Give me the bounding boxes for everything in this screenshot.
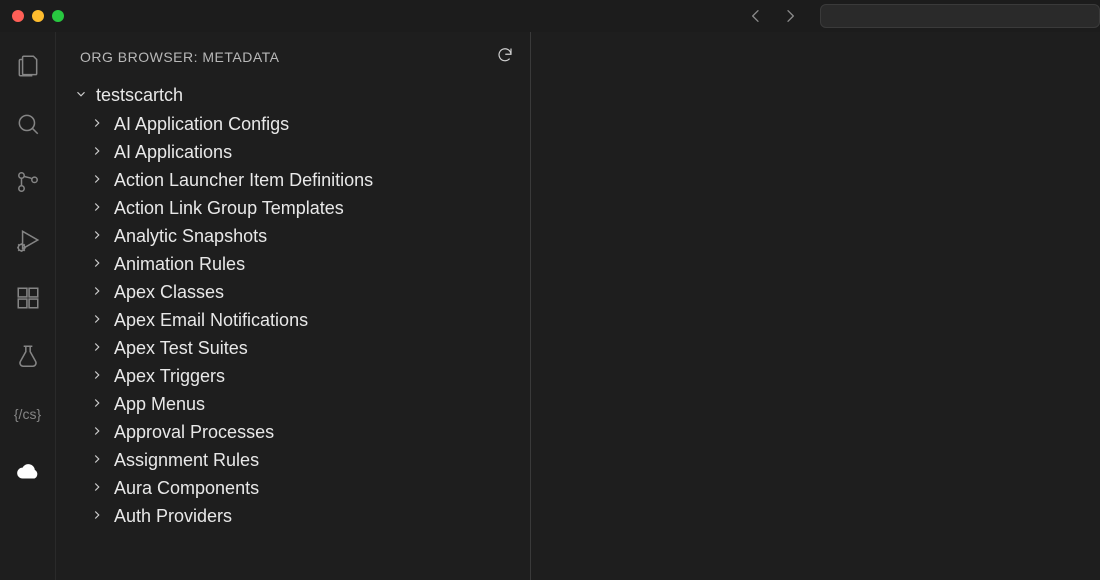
- chevron-right-icon: [90, 254, 104, 275]
- tree-item-label: Animation Rules: [114, 254, 245, 275]
- extensions-tab[interactable]: [14, 284, 42, 312]
- chevron-right-icon: [90, 366, 104, 387]
- chevron-right-icon: [90, 226, 104, 247]
- nav-forward-button[interactable]: [780, 6, 800, 26]
- tree-item[interactable]: Apex Test Suites: [56, 334, 530, 362]
- chevron-right-icon: [90, 114, 104, 135]
- chevron-right-icon: [90, 450, 104, 471]
- tree-item[interactable]: Assignment Rules: [56, 446, 530, 474]
- tree-item[interactable]: Action Launcher Item Definitions: [56, 166, 530, 194]
- chevron-right-icon: [90, 478, 104, 499]
- tree-item[interactable]: Action Link Group Templates: [56, 194, 530, 222]
- tree-item-label: Auth Providers: [114, 506, 232, 527]
- chevron-right-icon: [90, 506, 104, 527]
- chevron-right-icon: [90, 310, 104, 331]
- chevron-right-icon: [90, 282, 104, 303]
- tree-item-label: Apex Email Notifications: [114, 310, 308, 331]
- tree-item-label: Apex Classes: [114, 282, 224, 303]
- editor-area: [531, 32, 1100, 580]
- tree-item-label: Approval Processes: [114, 422, 274, 443]
- refresh-icon[interactable]: [496, 46, 514, 67]
- tree-item-label: Apex Test Suites: [114, 338, 248, 359]
- tree-item[interactable]: Approval Processes: [56, 418, 530, 446]
- tree-item[interactable]: Auth Providers: [56, 502, 530, 530]
- tree-item[interactable]: Analytic Snapshots: [56, 222, 530, 250]
- tree-item-label: Apex Triggers: [114, 366, 225, 387]
- tree-root-label: testscartch: [96, 85, 183, 106]
- chevron-right-icon: [90, 394, 104, 415]
- tree-item-label: Action Link Group Templates: [114, 198, 344, 219]
- main-area: {/cs} ORG BROWSER: METADATA testscartch …: [0, 32, 1100, 580]
- panel-header: ORG BROWSER: METADATA: [56, 32, 530, 75]
- chevron-down-icon: [74, 85, 88, 106]
- tree-item[interactable]: Animation Rules: [56, 250, 530, 278]
- tree-item-label: AI Application Configs: [114, 114, 289, 135]
- tree-item[interactable]: App Menus: [56, 390, 530, 418]
- org-browser-panel: ORG BROWSER: METADATA testscartch AI App…: [56, 32, 531, 580]
- chevron-right-icon: [90, 142, 104, 163]
- tree-item-label: Aura Components: [114, 478, 259, 499]
- command-center-search[interactable]: [820, 4, 1100, 28]
- search-tab[interactable]: [14, 110, 42, 138]
- tree-item[interactable]: Apex Classes: [56, 278, 530, 306]
- chevron-right-icon: [90, 422, 104, 443]
- window-title-bar: [0, 0, 1100, 32]
- tree-item[interactable]: AI Application Configs: [56, 110, 530, 138]
- chevron-right-icon: [90, 198, 104, 219]
- nav-back-button[interactable]: [746, 6, 766, 26]
- code-snippets-tab[interactable]: {/cs}: [14, 400, 42, 428]
- org-browser-tab[interactable]: [14, 458, 42, 486]
- window-close-button[interactable]: [12, 10, 24, 22]
- panel-title: ORG BROWSER: METADATA: [80, 49, 280, 65]
- tree-item[interactable]: Apex Triggers: [56, 362, 530, 390]
- chevron-right-icon: [90, 338, 104, 359]
- source-control-tab[interactable]: [14, 168, 42, 196]
- explorer-tab[interactable]: [14, 52, 42, 80]
- testing-tab[interactable]: [14, 342, 42, 370]
- tree-root[interactable]: testscartch: [56, 81, 530, 110]
- tree-item-label: App Menus: [114, 394, 205, 415]
- chevron-right-icon: [90, 170, 104, 191]
- window-controls: [0, 10, 64, 22]
- activity-bar: {/cs}: [0, 32, 56, 580]
- window-minimize-button[interactable]: [32, 10, 44, 22]
- tree-item-label: Analytic Snapshots: [114, 226, 267, 247]
- metadata-tree: testscartch AI Application Configs AI App…: [56, 75, 530, 538]
- tree-item-label: Assignment Rules: [114, 450, 259, 471]
- tree-item[interactable]: Apex Email Notifications: [56, 306, 530, 334]
- tree-item-label: AI Applications: [114, 142, 232, 163]
- window-maximize-button[interactable]: [52, 10, 64, 22]
- tree-item[interactable]: Aura Components: [56, 474, 530, 502]
- title-bar-right-group: [746, 0, 1100, 32]
- tree-item[interactable]: AI Applications: [56, 138, 530, 166]
- run-and-debug-tab[interactable]: [14, 226, 42, 254]
- code-snippets-label: {/cs}: [14, 406, 41, 422]
- tree-item-label: Action Launcher Item Definitions: [114, 170, 373, 191]
